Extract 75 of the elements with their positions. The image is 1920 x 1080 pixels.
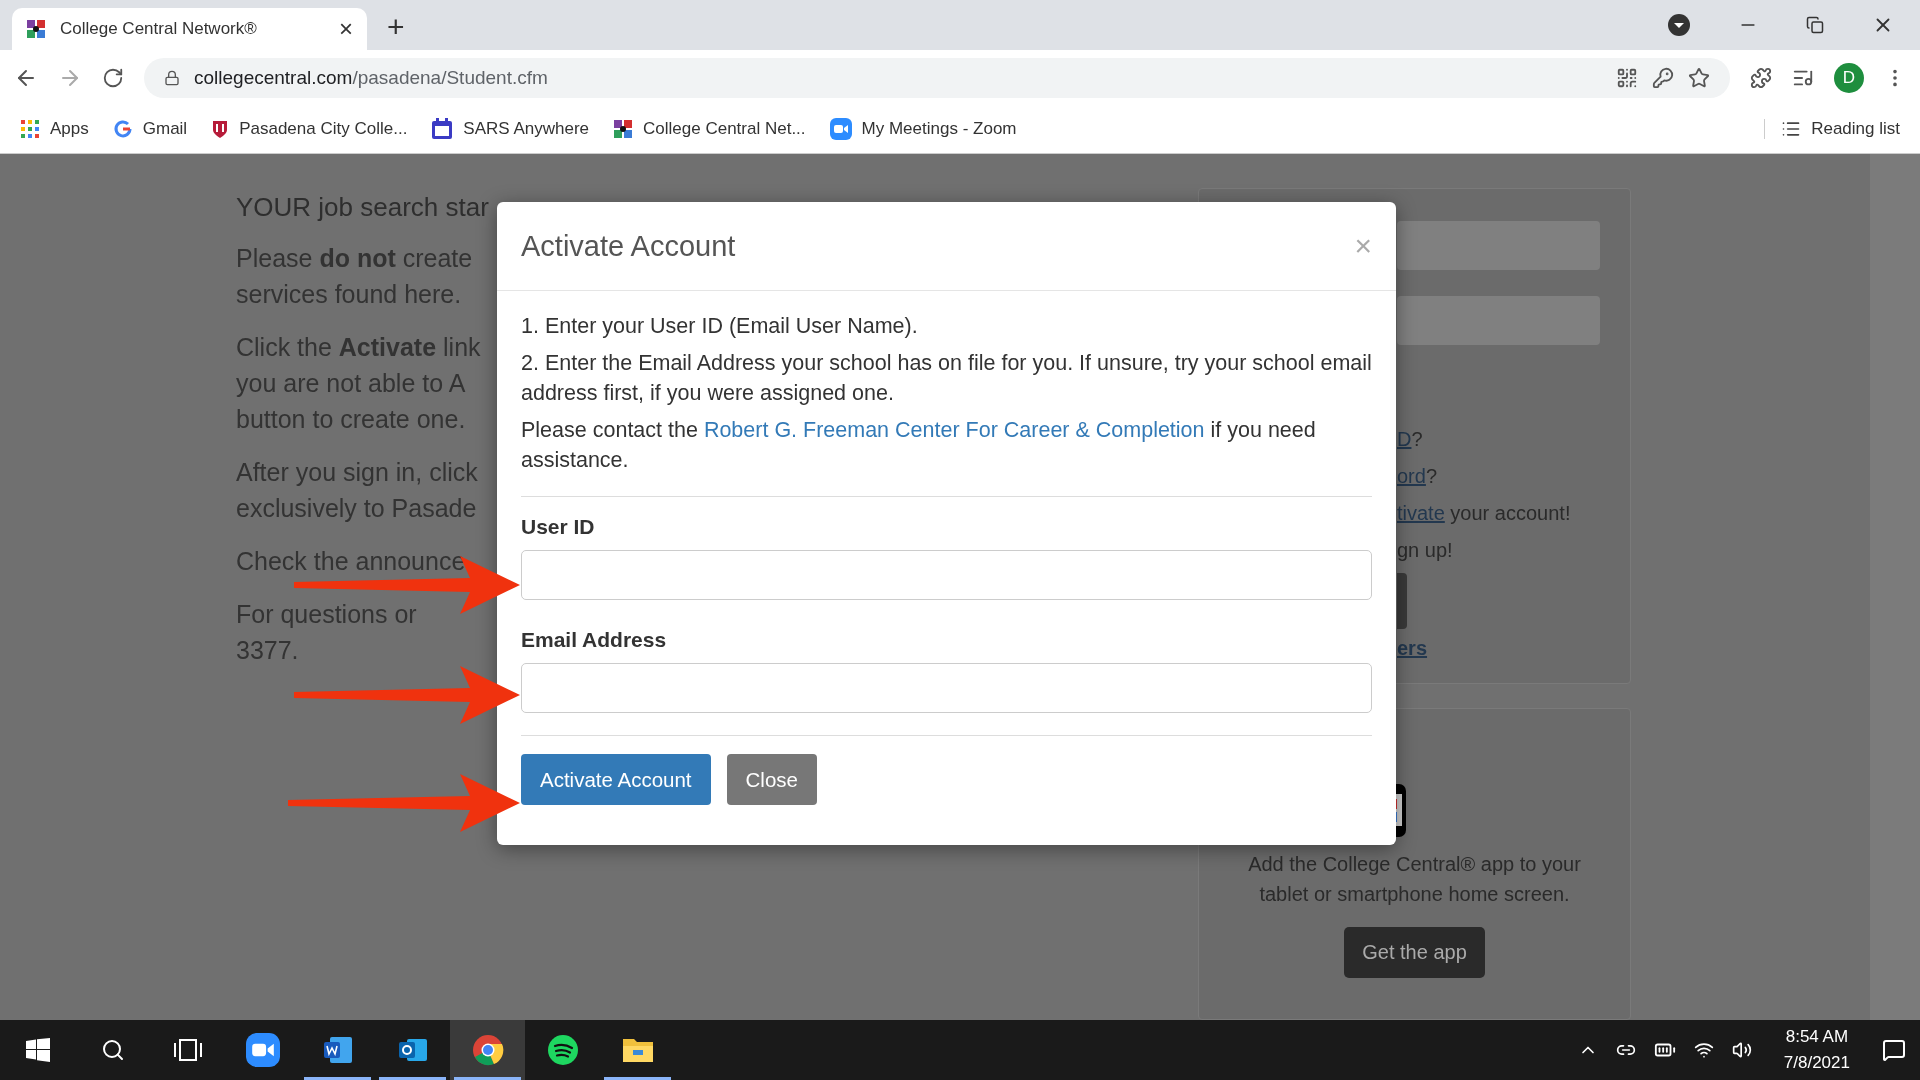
- video-camera-icon: [245, 1033, 280, 1067]
- taskbar-app[interactable]: [450, 1020, 525, 1080]
- search-icon[interactable]: [100, 1038, 125, 1062]
- star-icon[interactable]: [1688, 66, 1710, 89]
- intro-text-line: services found here.: [236, 279, 462, 310]
- dropdown-circle-icon[interactable]: [1668, 14, 1690, 36]
- login-input[interactable]: [1397, 221, 1600, 270]
- panel-text-line: D?: [1397, 427, 1424, 452]
- key-icon[interactable]: [1652, 66, 1674, 89]
- page-heading: YOUR job search star: [236, 192, 489, 223]
- input-field[interactable]: [521, 550, 1372, 600]
- puzzle-icon[interactable]: [1750, 66, 1772, 89]
- panel-text-line: tivate your account!: [1397, 501, 1572, 526]
- chrome-logo-icon: [471, 1034, 504, 1066]
- activate-button[interactable]: Activate Account: [521, 754, 711, 805]
- bookmark-link[interactable]: Apps: [20, 119, 89, 139]
- intro-text-line: Please do not create: [236, 243, 473, 274]
- apps-grid-icon: [20, 119, 40, 139]
- new-tab-button[interactable]: +: [387, 12, 405, 42]
- intro-text-line: you are not able to A: [236, 368, 466, 399]
- squares-logo-icon: [613, 119, 634, 139]
- task-view-icon[interactable]: [172, 1039, 203, 1061]
- calendar-icon: [431, 118, 454, 140]
- sound-waves-circle-icon: [546, 1034, 579, 1066]
- volume-icon[interactable]: [1731, 1040, 1752, 1060]
- bookmark-link[interactable]: Pasadena City Colle...: [211, 119, 408, 139]
- input-field[interactable]: [521, 663, 1372, 713]
- qr-code-icon[interactable]: [1616, 66, 1638, 89]
- career-center-link[interactable]: Robert G. Freeman Center For Career & Completion: [703, 418, 1205, 442]
- squares-logo-icon: [26, 19, 46, 39]
- scrollbar-track[interactable]: [1870, 154, 1920, 1020]
- notifications-icon[interactable]: [1882, 1038, 1906, 1062]
- intro-text-line: button to create one.: [236, 404, 466, 435]
- lock-icon: [164, 69, 180, 86]
- video-camera-icon: [829, 118, 852, 140]
- shield-icon: [211, 119, 230, 139]
- instruction-text: 2. Enter the Email Address your school has on file for you. If unsure, try your school email address first, if you were assigned one.: [521, 350, 1372, 407]
- get-app-button[interactable]: Get the app: [1344, 927, 1485, 979]
- list-icon: [1781, 119, 1802, 139]
- clock-date: 7/8/2021: [1783, 1052, 1850, 1074]
- bookmark-link[interactable]: Gmail: [112, 119, 188, 139]
- panel-text-line: gn up!: [1397, 538, 1454, 563]
- login-input[interactable]: [1397, 296, 1600, 345]
- intro-text-line: Click the Activate link: [236, 332, 481, 363]
- panel-text-line: ord?: [1397, 464, 1439, 489]
- intro-text-line: After you sign in, click: [236, 457, 478, 488]
- tab-title: College Central Network®: [60, 19, 258, 39]
- profile-avatar[interactable]: D: [1834, 62, 1864, 93]
- intro-text-line: Check the announce: [236, 546, 466, 577]
- windows-logo-icon: [25, 1038, 50, 1062]
- instruction-text: Please contact the Robert G. Freeman Center For Career & Completion if you need assistance.: [521, 417, 1317, 474]
- bookmark-link[interactable]: College Central Net...: [613, 119, 806, 139]
- field-label: Email Address: [521, 628, 668, 652]
- reload-icon[interactable]: [102, 66, 124, 89]
- wifi-icon[interactable]: [1693, 1040, 1714, 1060]
- google-g-icon: [112, 119, 133, 139]
- intro-text-line: exclusively to Pasade: [236, 493, 477, 524]
- url-text: collegecentral.com/pasadena/Student.cfm: [194, 66, 548, 89]
- restore-icon[interactable]: [1806, 16, 1824, 34]
- dialog-title: Activate Account: [521, 229, 736, 263]
- reading-list-button[interactable]: Reading list: [1764, 119, 1900, 139]
- intro-text-line: For questions or: [236, 599, 417, 630]
- instruction-text: 1. Enter your User ID (Email User Name).: [521, 313, 919, 340]
- document-w-icon: [321, 1034, 354, 1066]
- field-label: User ID: [521, 515, 596, 539]
- app-promo-text: Add the College Central® app to your tablet or smartphone home screen.: [1247, 852, 1582, 908]
- bookmark-link[interactable]: My Meetings - Zoom: [829, 118, 1017, 140]
- close-button[interactable]: Close: [726, 754, 817, 805]
- intro-text-line: 3377.: [236, 635, 299, 666]
- bookmark-link[interactable]: SARS Anywhere: [431, 118, 590, 140]
- browser-tab[interactable]: College Central Network® ×: [12, 8, 367, 50]
- folder-icon: [621, 1036, 654, 1064]
- tab-close-button[interactable]: ×: [339, 15, 353, 43]
- clock-time: 8:54 AM: [1785, 1026, 1849, 1048]
- address-bar[interactable]: collegecentral.com/pasadena/Student.cfm: [144, 57, 1730, 98]
